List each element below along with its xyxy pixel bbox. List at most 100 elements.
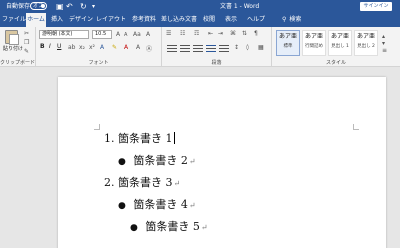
- save-icon[interactable]: ▣: [56, 1, 64, 12]
- cut-icon[interactable]: ✂: [24, 30, 29, 37]
- list-item-text: 箇条書き 1: [118, 132, 173, 145]
- style-sample: あア亜: [304, 33, 323, 40]
- text-caret: [173, 132, 175, 144]
- underline-button[interactable]: U: [57, 43, 61, 51]
- autosave-toggle[interactable]: オフ: [30, 2, 47, 10]
- font-group-label: フォント: [88, 60, 109, 66]
- subscript-icon[interactable]: x₂: [79, 44, 85, 51]
- margin-mark-top-right: [353, 124, 359, 130]
- paste-icon[interactable]: [5, 30, 19, 45]
- paragraph-mark: ↵: [188, 201, 196, 210]
- style-name: 標準: [283, 44, 293, 49]
- justify-icon[interactable]: [206, 45, 216, 52]
- paragraph-mark: ↵: [200, 223, 208, 232]
- list-item-text: 箇条書き 5: [145, 220, 200, 233]
- search-label: 検索: [289, 16, 302, 23]
- document-area: 1. 箇条書き 1 ● 箇条書き 2↵ 2. 箇条書き 3↵ ● 箇条書き 4↵…: [0, 67, 400, 248]
- paragraph-group: ☰ ☷ ☶ ⇤ ⇥ ⌘ ⇅ ¶ ↕ ◊ ▦ 段落: [162, 27, 272, 67]
- align-left-icon[interactable]: [167, 45, 177, 52]
- align-center-icon[interactable]: [180, 45, 190, 52]
- change-case-icon[interactable]: Aa: [133, 31, 141, 38]
- style-name: 見出し 1: [331, 44, 349, 49]
- grow-font-icon[interactable]: A: [116, 31, 120, 38]
- clear-formatting-icon[interactable]: A: [146, 31, 150, 38]
- font-size-select[interactable]: 10.5: [92, 30, 112, 39]
- bullet-marker: ●: [130, 223, 138, 233]
- list-item[interactable]: 1. 箇条書き 1: [104, 132, 175, 146]
- undo-icon[interactable]: ↶: [66, 1, 73, 12]
- numbering-icon[interactable]: ☷: [180, 30, 185, 37]
- paragraph-mark: ↵: [173, 179, 181, 188]
- redo-icon[interactable]: ↻: [80, 1, 87, 12]
- document-page[interactable]: 1. 箇条書き 1 ● 箇条書き 2↵ 2. 箇条書き 3↵ ● 箇条書き 4↵…: [58, 77, 386, 248]
- increase-indent-icon[interactable]: ⇥: [218, 30, 223, 37]
- styles-more-icon[interactable]: ≡: [382, 47, 387, 54]
- tab-home[interactable]: ホーム: [26, 13, 46, 27]
- paste-button-label[interactable]: 貼り付け: [3, 45, 23, 52]
- font-name-select[interactable]: 游明朝 (本文): [39, 30, 89, 39]
- format-painter-icon[interactable]: ✎: [24, 48, 29, 55]
- shrink-font-icon[interactable]: A: [124, 32, 127, 38]
- styles-scroll-up-icon[interactable]: ▴: [382, 33, 385, 40]
- tab-insert[interactable]: 挿入: [48, 13, 66, 27]
- text-effects-icon[interactable]: A: [100, 44, 104, 51]
- style-name: 行間詰め: [305, 44, 323, 49]
- title-bar: 自動保存 オフ ▣ ↶ ↻ ▾ 文書 1 - Word サインイン: [0, 0, 400, 13]
- search-box[interactable]: ⚲ 検索: [282, 15, 301, 25]
- distributed-icon[interactable]: [219, 45, 229, 52]
- list-item-text: 箇条書き 4: [133, 198, 188, 211]
- borders-icon[interactable]: ▦: [258, 44, 264, 51]
- sort-icon[interactable]: ⇅: [242, 30, 247, 37]
- copy-icon[interactable]: ❐: [24, 39, 29, 46]
- shading-icon[interactable]: ◊: [246, 44, 249, 51]
- list-marker: 2.: [104, 176, 115, 189]
- list-item[interactable]: ● 箇条書き 4↵: [118, 198, 196, 213]
- font-group: 游明朝 (本文) 10.5 A A Aa A B I U ab x₂ x² A …: [36, 27, 162, 67]
- styles-scroll-down-icon[interactable]: ▾: [382, 40, 385, 47]
- tab-view[interactable]: 表示: [222, 13, 240, 27]
- list-item[interactable]: ● 箇条書き 2↵: [118, 154, 196, 169]
- styles-group-label: スタイル: [325, 60, 346, 66]
- list-item-text: 箇条書き 2: [133, 154, 188, 167]
- tab-references[interactable]: 参考資料: [130, 13, 158, 27]
- strikethrough-icon[interactable]: ab: [68, 44, 76, 51]
- tab-file[interactable]: ファイル: [2, 13, 26, 27]
- ribbon: 貼り付け ✂ ❐ ✎ クリップボード 游明朝 (本文) 10.5 A A Aa …: [0, 27, 400, 67]
- list-item[interactable]: 2. 箇条書き 3↵: [104, 176, 180, 191]
- tab-design[interactable]: デザイン: [68, 13, 94, 27]
- show-marks-icon[interactable]: ¶: [254, 30, 258, 37]
- tab-review[interactable]: 校閲: [200, 13, 218, 27]
- style-no-spacing[interactable]: あア亜 行間詰め: [302, 30, 326, 56]
- bullets-icon[interactable]: ☰: [166, 30, 171, 37]
- font-color-icon[interactable]: A: [124, 44, 128, 51]
- style-heading-1[interactable]: あア亜 見出し 1: [328, 30, 352, 56]
- decrease-indent-icon[interactable]: ⇤: [208, 30, 213, 37]
- tab-layout[interactable]: レイアウト: [96, 13, 126, 27]
- bold-button[interactable]: B: [40, 43, 45, 51]
- ribbon-tab-bar: ファイル ホーム 挿入 デザイン レイアウト 参考資料 差し込み文書 校閲 表示…: [0, 13, 400, 27]
- align-right-icon[interactable]: [193, 45, 203, 52]
- asian-layout-icon[interactable]: ⌘: [230, 30, 236, 37]
- paragraph-mark: ↵: [188, 157, 196, 166]
- char-shading-icon[interactable]: A: [136, 44, 140, 51]
- clipboard-group: 貼り付け ✂ ❐ ✎ クリップボード: [0, 27, 36, 67]
- list-item[interactable]: ● 箇条書き 5↵: [130, 220, 208, 235]
- highlight-icon[interactable]: ✎: [112, 44, 117, 51]
- tab-mailings[interactable]: 差し込み文書: [160, 13, 198, 27]
- search-icon: ⚲: [282, 16, 287, 23]
- list-item-text: 箇条書き 3: [118, 176, 173, 189]
- customize-qat-icon[interactable]: ▾: [92, 1, 95, 12]
- multilevel-list-icon[interactable]: ☶: [194, 30, 199, 37]
- margin-mark-top-left: [94, 124, 100, 130]
- enclose-char-icon[interactable]: Ⓐ: [146, 44, 152, 53]
- style-heading-2[interactable]: あア亜 見出し 2: [354, 30, 378, 56]
- style-normal[interactable]: あア亜 標準: [276, 30, 300, 56]
- signin-button[interactable]: サインイン: [360, 2, 392, 11]
- autosave-label: 自動保存: [6, 3, 31, 10]
- superscript-icon[interactable]: x²: [89, 44, 95, 51]
- italic-button[interactable]: I: [49, 43, 51, 51]
- style-sample: あア亜: [330, 33, 349, 40]
- bullet-marker: ●: [118, 157, 126, 167]
- tab-help[interactable]: ヘルプ: [244, 13, 268, 27]
- line-spacing-icon[interactable]: ↕: [234, 44, 239, 51]
